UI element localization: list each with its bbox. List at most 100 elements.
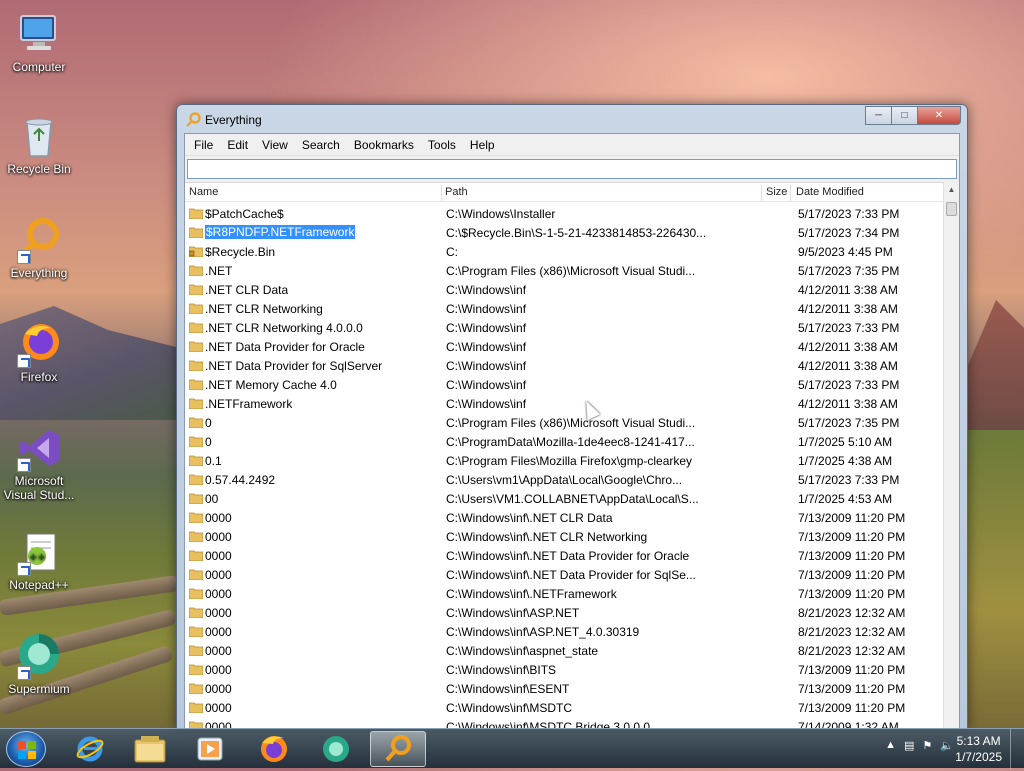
media-player-icon (197, 737, 223, 761)
table-row[interactable]: 0000 C:\Windows\inf\MSDTC Bridge 3.0.0.0 7… (185, 717, 943, 728)
table-row-selected[interactable]: $R8PNDFP.NETFramework C:\$Recycle.Bin\S-1… (185, 223, 943, 242)
maximize-button[interactable]: □ (891, 106, 918, 125)
taskbar-supermium[interactable] (308, 731, 364, 767)
menu-help[interactable]: Help (463, 138, 502, 152)
folder-icon (188, 226, 204, 239)
taskbar-media-player[interactable] (182, 731, 238, 767)
row-date-modified: 5/17/2023 7:35 PM (798, 264, 900, 278)
action-center-flag-icon[interactable]: ⚑ (922, 739, 932, 752)
vertical-scrollbar[interactable]: ▲ (943, 182, 959, 728)
table-row[interactable]: 0000 C:\Windows\inf\MSDTC 7/13/2009 11:20 … (185, 698, 943, 717)
table-row[interactable]: 00 C:\Users\VM1.COLLABNET\AppData\Local\S… (185, 489, 943, 508)
network-icon[interactable]: ▤ (904, 739, 914, 752)
table-row[interactable]: 0000 C:\Windows\inf\.NETFramework 7/13/200… (185, 584, 943, 603)
table-row[interactable]: 0000 C:\Windows\inf\ASP.NET_4.0.30319 8/21… (185, 622, 943, 641)
table-row[interactable]: 0000 C:\Windows\inf\.NET CLR Networking 7/… (185, 527, 943, 546)
table-row[interactable]: .NET Memory Cache 4.0 C:\Windows\inf 5/17/… (185, 375, 943, 394)
show-hidden-icons-icon[interactable]: ▲ (885, 739, 896, 752)
menu-bookmarks[interactable]: Bookmarks (347, 138, 421, 152)
search-input[interactable] (187, 159, 957, 179)
results-list[interactable]: $PatchCache$ C:\Windows\Installer 5/17/202… (185, 204, 943, 728)
desktop-icon-notepad-plus-plus[interactable]: ++ Notepad++ (1, 528, 77, 592)
table-row[interactable]: 0000 C:\Windows\inf\.NET CLR Data 7/13/200… (185, 508, 943, 527)
menu-file[interactable]: File (187, 138, 220, 152)
row-date-modified: 1/7/2025 4:38 AM (798, 454, 893, 468)
table-row[interactable]: 0.1 C:\Program Files\Mozilla Firefox\gmp-… (185, 451, 943, 470)
desktop-icon-label: Recycle Bin (7, 162, 71, 176)
table-row[interactable]: 0 C:\ProgramData\Mozilla-1de4eec8-1241-41… (185, 432, 943, 451)
folder-icon (188, 283, 204, 296)
row-date-modified: 7/13/2009 11:20 PM (798, 530, 906, 544)
desktop-icon-recycle-bin[interactable]: Recycle Bin (1, 112, 77, 176)
table-row[interactable]: $PatchCache$ C:\Windows\Installer 5/17/202… (185, 204, 943, 223)
title-bar[interactable]: Everything ─ □ ✕ (177, 105, 967, 133)
table-row[interactable]: 0.57.44.2492 C:\Users\vm1\AppData\Local\G… (185, 470, 943, 489)
column-header-name[interactable]: Name (189, 186, 218, 198)
column-separator[interactable] (790, 185, 791, 201)
row-path: C:\Windows\inf\.NET Data Provider for Sq… (446, 568, 696, 582)
column-separator[interactable] (761, 185, 762, 201)
minimize-icon: ─ (874, 110, 883, 121)
row-path: C:\Windows\inf\aspnet_state (446, 644, 599, 658)
desktop-icon-computer[interactable]: Computer (1, 10, 77, 74)
menu-search[interactable]: Search (295, 138, 347, 152)
desktop-icon-visual-studio[interactable]: Microsoft Visual Stud... (1, 424, 77, 502)
scroll-up-icon[interactable]: ▲ (944, 182, 959, 198)
row-date-modified: 9/5/2023 4:45 PM (798, 245, 893, 259)
table-row[interactable]: .NET CLR Networking C:\Windows\inf 4/12/20… (185, 299, 943, 318)
row-name: .NETFramework (205, 397, 293, 411)
folder-icon (188, 568, 204, 581)
table-row[interactable]: .NET Data Provider for SqlServer C:\Windo… (185, 356, 943, 375)
desktop-icon-everything[interactable]: Everything (1, 216, 77, 280)
close-button[interactable]: ✕ (917, 106, 961, 125)
list-header: Name Path Size Date Modified (185, 182, 959, 202)
clock[interactable]: 5:13 AM 1/7/2025 (955, 733, 1002, 765)
table-row[interactable]: 0000 C:\Windows\inf\BITS 7/13/2009 11:20 P… (185, 660, 943, 679)
folder-icon (188, 701, 204, 714)
column-separator[interactable] (441, 185, 442, 201)
table-row[interactable]: 0000 C:\Windows\inf\aspnet_state 8/21/2023… (185, 641, 943, 660)
desktop-icon-supermium[interactable]: Supermium (1, 632, 77, 696)
table-row[interactable]: 0000 C:\Windows\inf\ASP.NET 8/21/2023 12:3… (185, 603, 943, 622)
everything-window[interactable]: Everything ─ □ ✕ File Edit View Search B… (176, 104, 968, 730)
table-row[interactable]: 0 C:\Program Files (x86)\Microsoft Visual… (185, 413, 943, 432)
menu-edit[interactable]: Edit (220, 138, 255, 152)
minimize-button[interactable]: ─ (865, 106, 892, 125)
firefox-icon (15, 320, 63, 368)
table-row[interactable]: .NET Data Provider for Oracle C:\Windows\… (185, 337, 943, 356)
row-path: C:\Windows\inf (446, 340, 527, 354)
row-date-modified: 7/13/2009 11:20 PM (798, 511, 906, 525)
table-row[interactable]: $Recycle.Bin C: 9/5/2023 4:45 PM (185, 242, 943, 261)
table-row[interactable]: 0000 C:\Windows\inf\.NET Data Provider fo… (185, 546, 943, 565)
column-header-path[interactable]: Path (445, 186, 468, 198)
taskbar-everything[interactable] (370, 731, 426, 767)
scrollbar-thumb[interactable] (946, 202, 957, 216)
column-header-size[interactable]: Size (766, 186, 787, 198)
taskbar-file-explorer[interactable] (122, 731, 178, 767)
row-date-modified: 7/13/2009 11:20 PM (798, 701, 906, 715)
column-header-date-modified[interactable]: Date Modified (796, 186, 864, 198)
folder-icon (188, 682, 204, 695)
volume-muted-icon[interactable]: 🔈 (940, 739, 954, 752)
desktop-icon-firefox[interactable]: Firefox (1, 320, 77, 384)
table-row[interactable]: .NET C:\Program Files (x86)\Microsoft Vis… (185, 261, 943, 280)
table-row[interactable]: 0000 C:\Windows\inf\ESENT 7/13/2009 11:20 … (185, 679, 943, 698)
table-row[interactable]: .NET CLR Networking 4.0.0.0 C:\Windows\in… (185, 318, 943, 337)
row-path: C:\ProgramData\Mozilla-1de4eec8-1241-417… (446, 435, 695, 449)
row-name: .NET CLR Networking 4.0.0.0 (205, 321, 363, 335)
table-row[interactable]: 0000 C:\Windows\inf\.NET Data Provider fo… (185, 565, 943, 584)
notepad-plus-plus-icon: ++ (15, 528, 63, 576)
shortcut-arrow-icon (17, 666, 31, 680)
show-desktop-button[interactable] (1010, 729, 1024, 769)
taskbar-firefox[interactable] (246, 731, 302, 767)
table-row[interactable]: .NET CLR Data C:\Windows\inf 4/12/2011 3:3… (185, 280, 943, 299)
row-name: 0000 (205, 701, 232, 715)
menu-tools[interactable]: Tools (421, 138, 463, 152)
table-row[interactable]: .NETFramework C:\Windows\inf 4/12/2011 3:3… (185, 394, 943, 413)
folder-icon (188, 397, 204, 410)
start-button[interactable] (6, 731, 46, 767)
folder-icon (188, 302, 204, 315)
menu-view[interactable]: View (255, 138, 295, 152)
visual-studio-icon (15, 424, 63, 472)
taskbar-internet-explorer[interactable] (62, 731, 118, 767)
